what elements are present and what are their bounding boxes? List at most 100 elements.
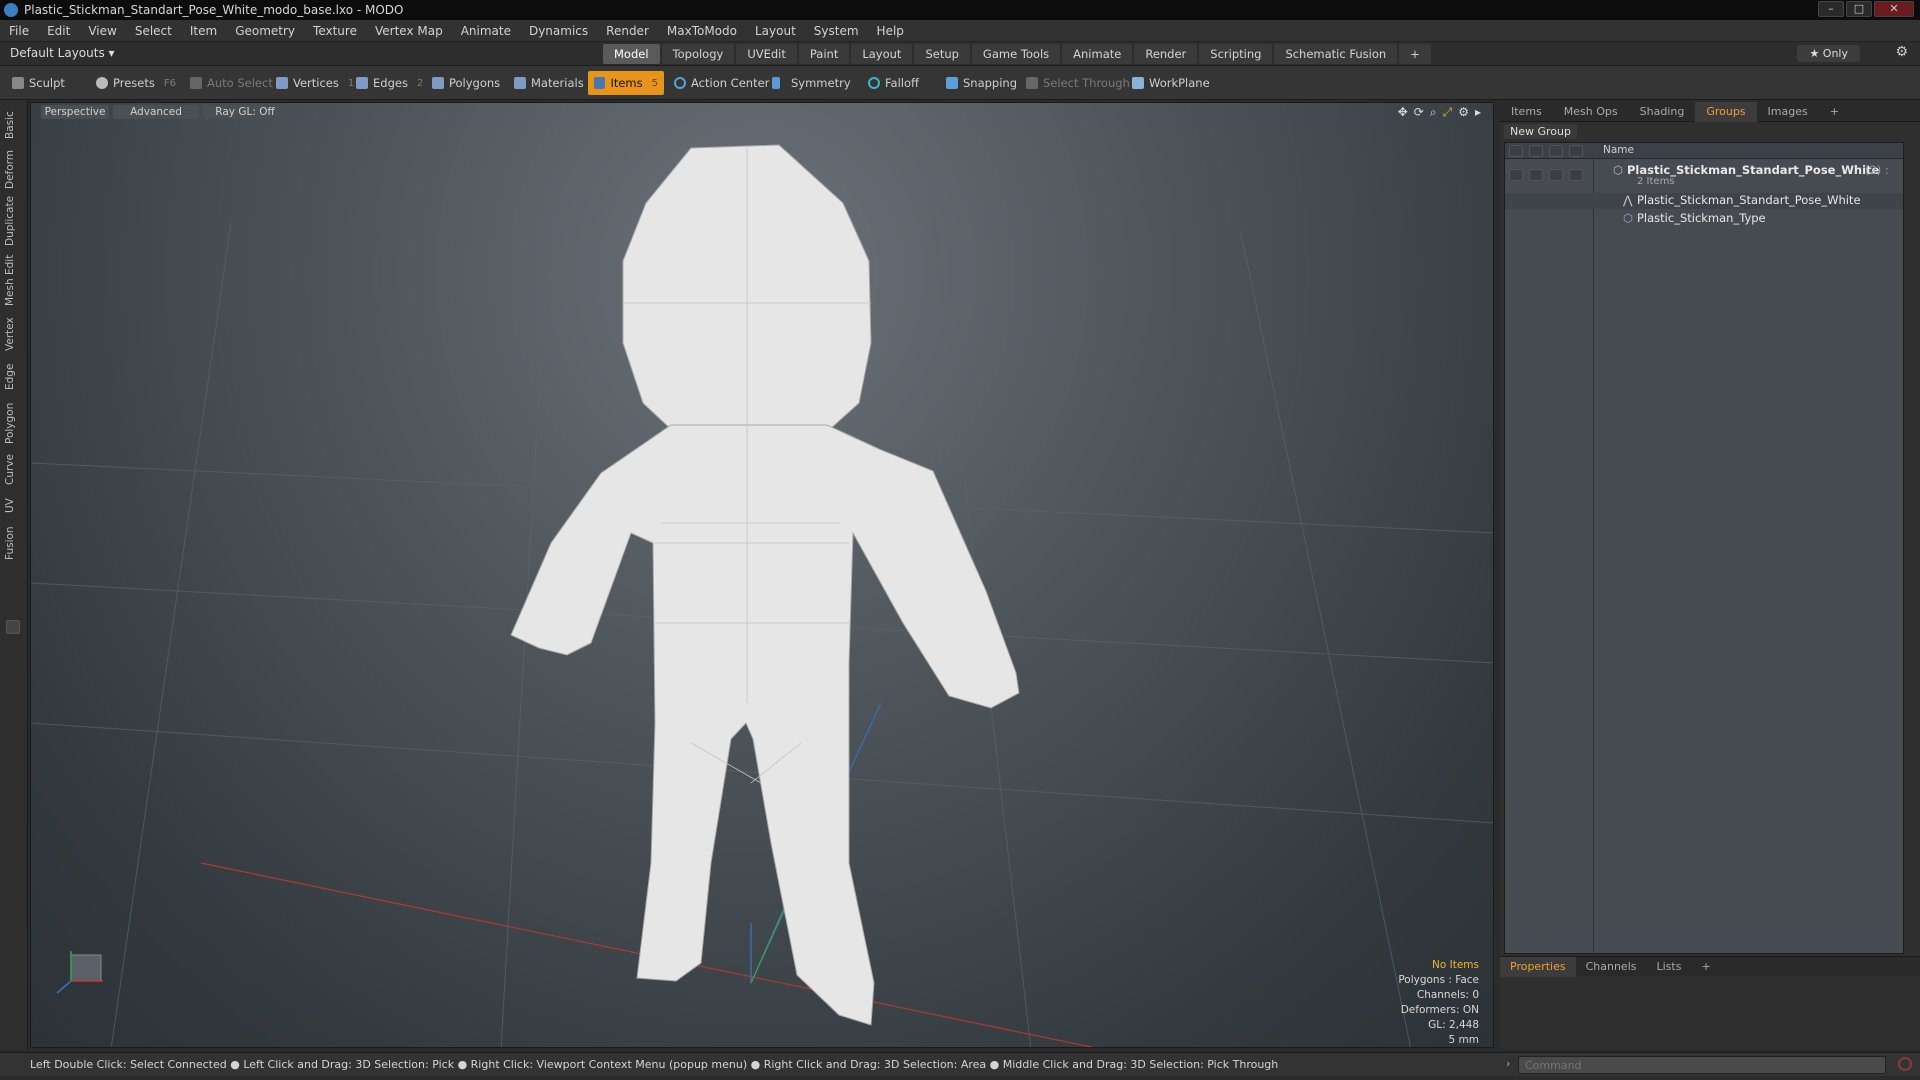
menu-layout[interactable]: Layout (746, 24, 805, 38)
menu-vertex-map[interactable]: Vertex Map (366, 24, 452, 38)
menu-help[interactable]: Help (868, 24, 913, 38)
minimize-button[interactable]: – (1818, 1, 1844, 17)
tab-setup[interactable]: Setup (914, 44, 970, 64)
rotate-view-icon[interactable]: ⟳ (1414, 105, 1424, 120)
tree-row-group[interactable]: ⬡ Plastic_Stickman_Standart_Pose_White (… (1505, 163, 1903, 191)
view-settings-icon[interactable]: ⚙ (1458, 105, 1469, 120)
move-view-icon[interactable]: ✥ (1398, 105, 1408, 120)
group-visibility-icon[interactable] (1509, 169, 1523, 181)
falloff-button[interactable]: Falloff (862, 71, 925, 95)
tab-channels[interactable]: Channels (1576, 960, 1647, 973)
menu-system[interactable]: System (805, 24, 868, 38)
raygl-button[interactable]: Ray GL: Off (203, 105, 287, 119)
materials-icon (514, 77, 526, 89)
only-button[interactable]: ★ Only (1797, 45, 1860, 62)
tab-topology[interactable]: Topology (661, 44, 735, 64)
group-render-icon[interactable] (1529, 169, 1543, 181)
vtab-deform[interactable]: Deform (4, 148, 22, 190)
menu-item[interactable]: Item (181, 24, 226, 38)
tab-shading[interactable]: Shading (1629, 105, 1696, 118)
tab-animate[interactable]: Animate (1062, 44, 1133, 64)
tab-schematic-fusion[interactable]: Schematic Fusion (1274, 44, 1398, 64)
add-tab-button[interactable]: + (1399, 44, 1431, 64)
tab-game-tools[interactable]: Game Tools (971, 44, 1061, 64)
select-through-button[interactable]: Select Through (1020, 71, 1136, 95)
tab-images[interactable]: Images (1757, 105, 1819, 118)
group-select-icon[interactable] (1569, 169, 1583, 181)
workplane-icon (1132, 77, 1144, 89)
vtab-edge[interactable]: Edge (4, 360, 22, 394)
new-group-button[interactable]: New Group (1504, 124, 1577, 139)
tab-layout[interactable]: Layout (851, 44, 913, 64)
edges-button[interactable]: Edges 2 (350, 71, 429, 95)
command-input[interactable] (1518, 1056, 1886, 1074)
render-column-icon[interactable] (1529, 145, 1543, 157)
shading-mode-button[interactable]: Advanced (113, 105, 199, 119)
menu-select[interactable]: Select (126, 24, 181, 38)
vtab-polygon[interactable]: Polygon (4, 400, 22, 446)
menu-texture[interactable]: Texture (304, 24, 366, 38)
menu-maxtomodo[interactable]: MaxToModo (658, 24, 746, 38)
panel-toggle-icon[interactable] (6, 620, 20, 634)
select-column-icon[interactable] (1569, 145, 1583, 157)
tab-lists[interactable]: Lists (1647, 960, 1692, 973)
add-panel-tab-button[interactable]: + (1819, 105, 1850, 118)
tab-uvedit[interactable]: UVEdit (736, 44, 797, 64)
symmetry-button[interactable]: Symmetry (766, 71, 857, 95)
zoom-view-icon[interactable]: ⌕ (1430, 105, 1437, 120)
snapping-button[interactable]: Snapping (940, 71, 1023, 95)
sculpt-button[interactable]: Sculpt (6, 71, 86, 95)
presets-button[interactable]: Presets F6 (90, 71, 182, 95)
items-button[interactable]: Items 5 (588, 71, 664, 95)
workplane-button[interactable]: WorkPlane (1126, 71, 1216, 95)
tree-row-mesh[interactable]: ⋀ Plastic_Stickman_Standart_Pose_White (1505, 193, 1903, 209)
materials-button[interactable]: Materials (508, 71, 590, 95)
visibility-column-icon[interactable] (1509, 145, 1523, 157)
lock-column-icon[interactable] (1549, 145, 1563, 157)
vtab-duplicate[interactable]: Duplicate (4, 196, 22, 246)
record-icon[interactable] (1898, 1057, 1912, 1071)
menu-render[interactable]: Render (597, 24, 658, 38)
close-button[interactable]: ✕ (1874, 1, 1914, 17)
presets-label: Presets (113, 76, 155, 90)
auto-select-button[interactable]: Auto Select (184, 71, 279, 95)
menu-geometry[interactable]: Geometry (226, 24, 304, 38)
action-center-button[interactable]: Action Center (668, 71, 775, 95)
group-lock-icon[interactable] (1549, 169, 1563, 181)
vtab-uv[interactable]: UV (4, 494, 22, 518)
menu-view[interactable]: View (79, 24, 125, 38)
perspective-button[interactable]: Perspective (41, 105, 109, 119)
viewport-menu-icon[interactable]: ▸ (1475, 105, 1481, 120)
gear-icon[interactable]: ⚙ (1895, 44, 1908, 60)
tab-mesh-ops[interactable]: Mesh Ops (1553, 105, 1629, 118)
maximize-button[interactable]: □ (1846, 1, 1872, 17)
menu-edit[interactable]: Edit (38, 24, 79, 38)
vtab-basic[interactable]: Basic (4, 108, 22, 142)
vtab-fusion[interactable]: Fusion (4, 524, 22, 562)
info-polygons: Polygons : Face (1398, 974, 1479, 986)
viewport-info: No Items Polygons : Face Channels: 0 Def… (1398, 958, 1479, 1047)
polygons-button[interactable]: Polygons (426, 71, 506, 95)
vertices-button[interactable]: Vertices 1 (270, 71, 360, 95)
tree-row-type[interactable]: ⬡ Plastic_Stickman_Type (1505, 211, 1903, 227)
3d-viewport[interactable]: Perspective Advanced Ray GL: Off ✥ ⟳ ⌕ ⤢… (30, 102, 1494, 1048)
falloff-icon (868, 77, 880, 89)
tab-model[interactable]: Model (603, 44, 660, 64)
tab-scripting[interactable]: Scripting (1199, 44, 1273, 64)
tab-groups[interactable]: Groups (1695, 101, 1757, 122)
menu-dynamics[interactable]: Dynamics (520, 24, 597, 38)
fit-view-icon[interactable]: ⤢ (1443, 105, 1453, 120)
tab-properties[interactable]: Properties (1500, 956, 1576, 977)
info-scale: 5 mm (1448, 1034, 1479, 1046)
vtab-mesh-edit[interactable]: Mesh Edit (4, 252, 22, 308)
tab-paint[interactable]: Paint (798, 44, 850, 64)
menu-animate[interactable]: Animate (452, 24, 520, 38)
menu-file[interactable]: File (0, 24, 38, 38)
add-properties-tab-button[interactable]: + (1691, 960, 1720, 973)
tab-items[interactable]: Items (1500, 105, 1553, 118)
tab-render[interactable]: Render (1134, 44, 1198, 64)
name-column-header[interactable]: Name (1603, 144, 1634, 156)
vtab-curve[interactable]: Curve (4, 452, 22, 488)
vtab-vertex[interactable]: Vertex (4, 314, 22, 354)
default-layouts-dropdown[interactable]: Default Layouts ▾ (10, 46, 115, 60)
